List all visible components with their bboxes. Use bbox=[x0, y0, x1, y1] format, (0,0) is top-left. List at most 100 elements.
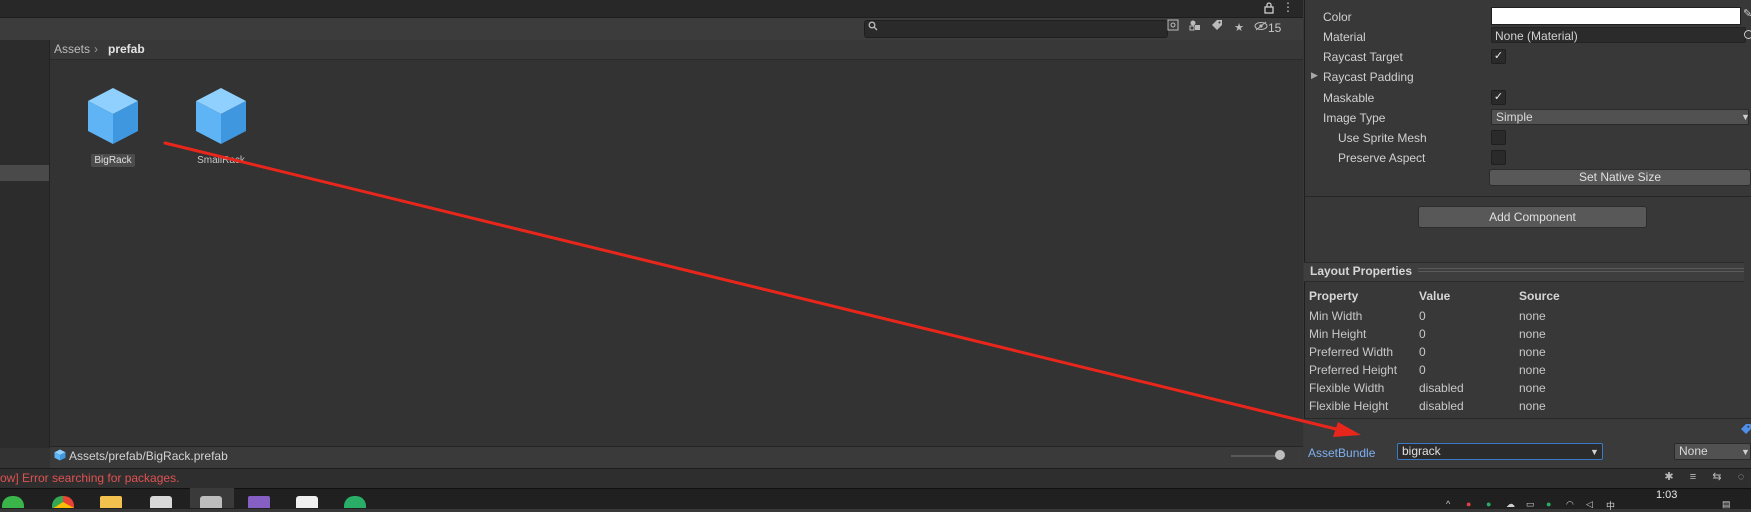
wechat-icon[interactable] bbox=[344, 496, 366, 508]
debug-icon[interactable]: ✱ bbox=[1662, 470, 1676, 484]
lp-row-value: 0 bbox=[1419, 363, 1426, 377]
more-icon[interactable]: ⋮ bbox=[1282, 1, 1294, 13]
lp-row-value: 0 bbox=[1419, 309, 1426, 323]
folder-tree-selected-item[interactable] bbox=[0, 165, 49, 181]
asset-bundle-name-dropdown[interactable]: bigrack bbox=[1397, 443, 1603, 460]
breadcrumb-assets[interactable]: Assets bbox=[54, 41, 90, 58]
breadcrumb-prefab[interactable]: prefab bbox=[108, 41, 145, 58]
lp-row-property: Preferred Height bbox=[1309, 363, 1398, 377]
folder-icon[interactable] bbox=[100, 496, 122, 508]
section-divider bbox=[1304, 196, 1751, 197]
asset-item-smallrack[interactable]: SmallRack bbox=[181, 86, 261, 167]
network-icon[interactable]: ⇆ bbox=[1710, 470, 1724, 484]
asset-label: SmallRack bbox=[197, 155, 245, 166]
asset-bundle-label: AssetBundle bbox=[1308, 446, 1376, 460]
asset-item-bigrack[interactable]: BigRack bbox=[73, 86, 153, 167]
foldout-arrow-icon[interactable]: ▶ bbox=[1311, 70, 1318, 81]
use-sprite-mesh-checkbox[interactable] bbox=[1491, 130, 1506, 145]
typora-icon[interactable] bbox=[296, 496, 318, 508]
project-folder-tree[interactable] bbox=[0, 40, 50, 448]
color-field[interactable] bbox=[1491, 7, 1741, 25]
lp-row-value: 0 bbox=[1419, 345, 1426, 359]
prefab-small-icon bbox=[54, 449, 66, 464]
eyedropper-icon[interactable]: ✎ bbox=[1743, 7, 1751, 20]
image-type-label: Image Type bbox=[1323, 111, 1386, 125]
tray-cloud-icon[interactable]: ☁ bbox=[1506, 499, 1517, 509]
favorite-icon[interactable]: ★ bbox=[1230, 19, 1248, 37]
lp-row-property: Flexible Height bbox=[1309, 399, 1389, 413]
set-native-size-button[interactable]: Set Native Size bbox=[1489, 169, 1751, 186]
console-status-line[interactable] bbox=[0, 468, 1751, 488]
lp-row-value: disabled bbox=[1419, 381, 1464, 395]
lp-row-source: none bbox=[1519, 309, 1546, 323]
search-icon bbox=[868, 21, 880, 33]
lp-row-value: 0 bbox=[1419, 327, 1426, 341]
preserve-aspect-label: Preserve Aspect bbox=[1338, 151, 1426, 165]
tray-chat-icon[interactable]: ● bbox=[1546, 499, 1557, 509]
icon-size-slider-track[interactable] bbox=[1231, 455, 1281, 457]
filter-type-icon[interactable] bbox=[1186, 19, 1204, 37]
breadcrumb bbox=[50, 40, 1303, 60]
label-icon[interactable] bbox=[1208, 19, 1226, 37]
lp-row-property: Flexible Width bbox=[1309, 381, 1385, 395]
project-title-bar bbox=[0, 0, 1303, 18]
tag-icon[interactable] bbox=[1741, 424, 1751, 437]
notification-icon[interactable]: ▤ bbox=[1722, 499, 1733, 509]
taskbar-clock[interactable]: 1:03 bbox=[1656, 489, 1677, 501]
material-field[interactable]: None (Material) bbox=[1491, 27, 1746, 43]
tray-wifi-icon[interactable]: ◠ bbox=[1566, 499, 1577, 509]
layout-properties-title: Layout Properties bbox=[1310, 264, 1413, 278]
lp-row-source: none bbox=[1519, 363, 1546, 377]
lp-row-source: none bbox=[1519, 399, 1546, 413]
tray-volume-icon[interactable]: ◁ bbox=[1586, 499, 1597, 509]
lock-icon[interactable] bbox=[1264, 2, 1274, 17]
asset-bundle-variant-dropdown[interactable]: None bbox=[1674, 443, 1751, 460]
tray-wechat-icon[interactable]: ● bbox=[1486, 499, 1497, 509]
preserve-aspect-checkbox[interactable] bbox=[1491, 150, 1506, 165]
unity-hub-icon[interactable] bbox=[150, 496, 172, 508]
dropdown-caret-icon: ▼ bbox=[1741, 112, 1750, 122]
image-type-dropdown[interactable]: Simple bbox=[1491, 109, 1749, 125]
tray-ime-icon[interactable]: 中 bbox=[1606, 499, 1617, 511]
tray-expand-icon[interactable]: ^ bbox=[1446, 499, 1457, 509]
tray-keyboard-icon[interactable]: ▭ bbox=[1526, 499, 1537, 509]
lp-row-property: Preferred Width bbox=[1309, 345, 1394, 359]
color-label: Color bbox=[1323, 10, 1352, 24]
chrome-icon[interactable] bbox=[52, 496, 74, 508]
collaborate-icon[interactable]: ◌ bbox=[1734, 470, 1748, 484]
dropdown-caret-icon: ▼ bbox=[1590, 447, 1599, 457]
lp-header-source: Source bbox=[1519, 289, 1560, 303]
material-label: Material bbox=[1323, 30, 1366, 44]
prefab-icon bbox=[196, 88, 246, 144]
visual-studio-icon[interactable] bbox=[248, 496, 270, 508]
dropdown-caret-icon: ▼ bbox=[1741, 447, 1750, 457]
object-picker-icon[interactable] bbox=[1744, 30, 1751, 39]
maskable-checkbox[interactable]: ✓ bbox=[1491, 90, 1506, 105]
lp-header-value: Value bbox=[1419, 289, 1451, 303]
lp-row-value: disabled bbox=[1419, 399, 1464, 413]
unity-icon[interactable] bbox=[200, 496, 222, 508]
breadcrumb-separator-icon: › bbox=[94, 42, 98, 56]
raycast-target-checkbox[interactable]: ✓ bbox=[1491, 49, 1506, 64]
asset-label: BigRack bbox=[91, 154, 135, 167]
search-input[interactable] bbox=[864, 20, 1168, 38]
360-icon[interactable] bbox=[2, 496, 24, 508]
cache-server-icon[interactable]: ≡ bbox=[1686, 470, 1700, 484]
raycast-padding-foldout[interactable]: Raycast Padding bbox=[1323, 70, 1414, 84]
scene-search-icon[interactable] bbox=[1164, 19, 1182, 37]
add-component-button[interactable]: Add Component bbox=[1418, 206, 1647, 228]
lp-row-property: Min Width bbox=[1309, 309, 1363, 323]
icon-size-slider-thumb[interactable] bbox=[1275, 450, 1285, 460]
prefab-icon bbox=[88, 88, 138, 144]
console-error-message[interactable]: ow] Error searching for packages. bbox=[0, 471, 179, 485]
lp-row-source: none bbox=[1519, 327, 1546, 341]
project-status-bar bbox=[50, 446, 1303, 468]
hidden-count: 15 bbox=[1268, 21, 1282, 35]
lp-row-property: Min Height bbox=[1309, 327, 1367, 341]
lp-row-source: none bbox=[1519, 381, 1546, 395]
header-rule bbox=[1418, 271, 1744, 272]
lp-row-source: none bbox=[1519, 345, 1546, 359]
selected-asset-path: Assets/prefab/BigRack.prefab bbox=[69, 449, 228, 463]
maskable-label: Maskable bbox=[1323, 91, 1375, 105]
tray-antivirus-icon[interactable]: ● bbox=[1466, 499, 1477, 509]
